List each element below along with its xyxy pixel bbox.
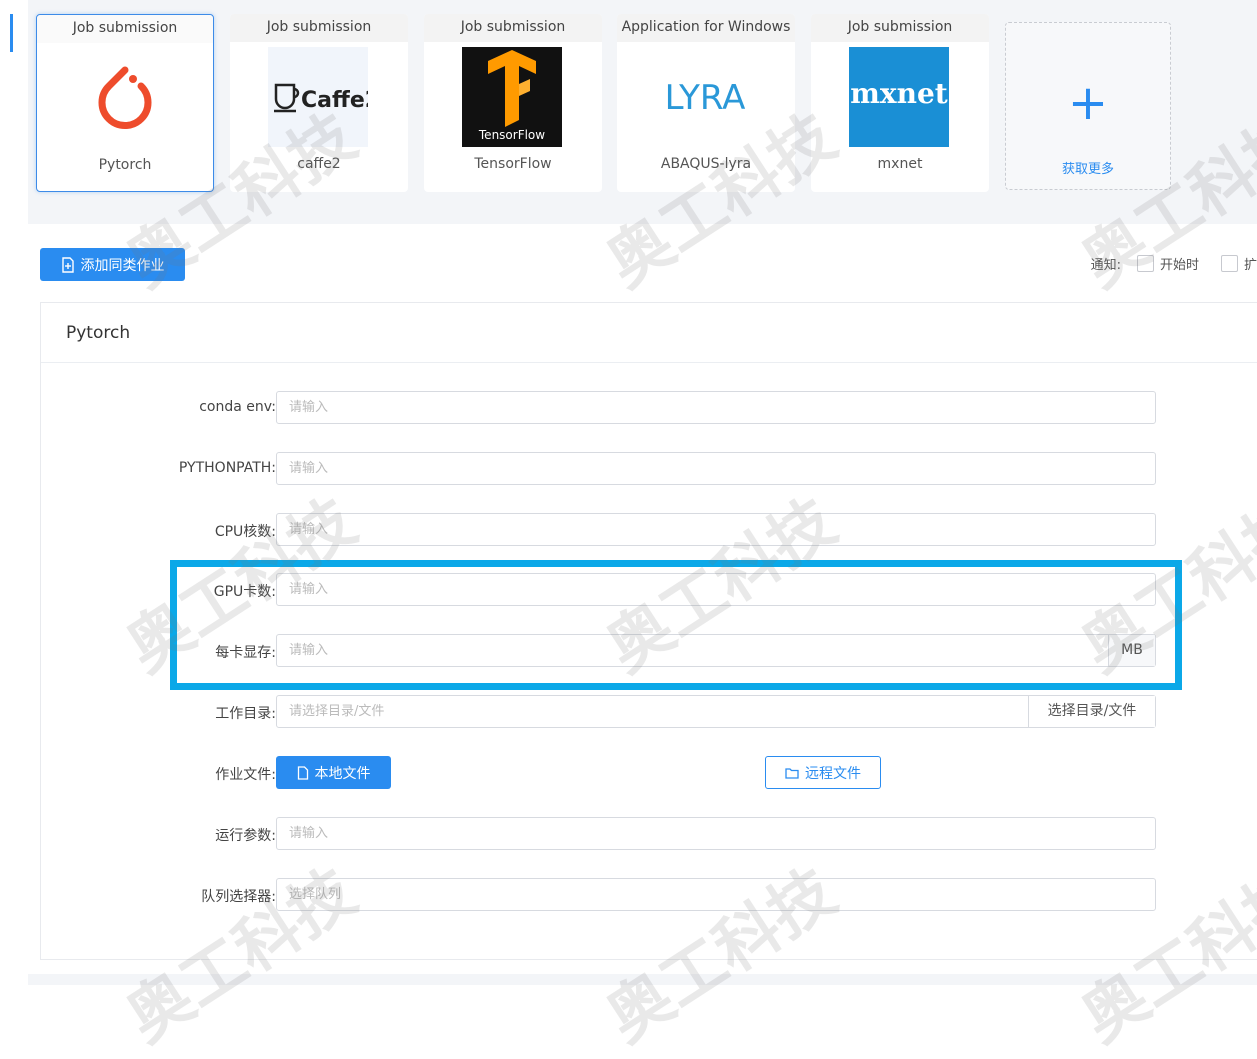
field-label: 队列选择器:	[201, 889, 276, 905]
field-label: 每卡显存:	[215, 645, 276, 661]
job-form: Pytorch conda env: 请输入 PYTHONPATH: 请输入 C…	[40, 302, 1257, 960]
local-file-label: 本地文件	[314, 765, 371, 782]
card-header: Job submission	[424, 14, 602, 42]
card-name: ABAQUS-lyra	[660, 156, 752, 172]
queue-select[interactable]: 选择队列	[276, 878, 1156, 911]
notify-start-checkbox[interactable]	[1136, 255, 1154, 272]
svg-text:Caffe2: Caffe2	[301, 88, 368, 113]
get-more-label: 获取更多	[1061, 162, 1114, 177]
card-abaqus-lyra[interactable]: Application for Windows LYRA ABAQUS-lyra	[617, 14, 795, 192]
field-label: 作业文件:	[215, 767, 276, 783]
notify-options: 通知: 开始时 扩	[1091, 254, 1257, 273]
select-dir-button[interactable]: 选择目录/文件	[1028, 696, 1155, 727]
add-similar-job-button[interactable]: 添加同类作业	[40, 248, 185, 281]
form-row-gpu-count: GPU卡数: 请输入	[41, 573, 1257, 607]
form-title: Pytorch	[66, 323, 131, 343]
notify-start-label: 开始时	[1159, 258, 1199, 273]
remote-file-label: 远程文件	[805, 765, 861, 782]
form-row-cpu-cores: CPU核数: 请输入	[41, 513, 1257, 547]
form-row-job-file: 作业文件: 本地文件 远程文件	[41, 756, 1257, 790]
gpu-memory-input[interactable]: 请输入 MB	[276, 634, 1156, 667]
card-header: Job submission	[811, 14, 989, 42]
gpu-memory-placeholder: 请输入	[289, 643, 329, 658]
caffe2-logo-icon: Caffe2	[268, 47, 380, 147]
card-header: Application for Windows	[617, 14, 795, 42]
unit-suffix: MB	[1108, 635, 1155, 666]
main-panel: 添加同类作业 通知: 开始时 扩 Pytorch conda env: 请输入 …	[28, 224, 1257, 974]
svg-text:mxnet: mxnet	[850, 77, 947, 110]
run-args-input[interactable]: 请输入	[276, 817, 1156, 850]
job-type-cards: Job submission Pytorch Job submission Ca…	[36, 14, 1236, 194]
form-row-queue: 队列选择器: 选择队列	[41, 878, 1257, 912]
field-label: GPU卡数:	[213, 584, 276, 600]
card-name: caffe2	[297, 156, 341, 172]
svg-text:TensorFlow: TensorFlow	[478, 128, 545, 142]
form-row-conda-env: conda env: 请输入	[41, 391, 1257, 425]
file-add-icon	[61, 256, 74, 273]
svg-text:LYRA: LYRA	[665, 78, 746, 118]
notify-second-label: 扩	[1243, 258, 1257, 273]
local-file-button[interactable]: 本地文件	[276, 756, 391, 789]
form-row-work-dir: 工作目录: 请选择目录/文件 选择目录/文件	[41, 695, 1257, 729]
lyra-logo-icon: LYRA	[655, 47, 755, 147]
notify-label: 通知:	[1090, 258, 1121, 273]
card-name: TensorFlow	[474, 156, 552, 172]
plus-icon: +	[1067, 75, 1109, 131]
get-more-card[interactable]: + 获取更多	[1005, 22, 1171, 190]
remote-file-button[interactable]: 远程文件	[765, 756, 881, 789]
field-label: 运行参数:	[215, 828, 276, 844]
pytorch-logo-icon	[75, 48, 175, 148]
mxnet-logo-icon: mxnet	[849, 47, 949, 147]
card-caffe2[interactable]: Job submission Caffe2 caffe2	[230, 14, 408, 192]
card-name: mxnet	[877, 156, 923, 172]
file-icon	[297, 765, 308, 780]
nav-accent-bar	[10, 14, 13, 52]
card-header: Job submission	[230, 14, 408, 42]
card-pytorch[interactable]: Job submission Pytorch	[36, 14, 214, 192]
gpu-count-input[interactable]: 请输入	[276, 573, 1156, 606]
field-label: 工作目录:	[215, 706, 276, 722]
form-row-gpu-memory: 每卡显存: 请输入 MB	[41, 634, 1257, 668]
form-row-pythonpath: PYTHONPATH: 请输入	[41, 452, 1257, 486]
card-mxnet[interactable]: Job submission mxnet mxnet	[811, 14, 989, 192]
cpu-cores-input[interactable]: 请输入	[276, 513, 1156, 546]
card-tensorflow[interactable]: Job submission TensorFlow TensorFlow	[424, 14, 602, 192]
work-dir-placeholder: 请选择目录/文件	[289, 704, 385, 719]
card-name: Pytorch	[98, 157, 152, 173]
field-label: CPU核数:	[214, 524, 276, 540]
conda-env-input[interactable]: 请输入	[276, 391, 1156, 424]
form-row-run-args: 运行参数: 请输入	[41, 817, 1257, 851]
field-label: conda env:	[199, 399, 276, 415]
divider	[41, 362, 1257, 363]
work-dir-input[interactable]: 请选择目录/文件 选择目录/文件	[276, 695, 1156, 728]
notify-second-checkbox[interactable]	[1220, 255, 1238, 272]
add-similar-job-label: 添加同类作业	[80, 257, 165, 274]
tensorflow-logo-icon: TensorFlow	[462, 47, 562, 147]
field-label: PYTHONPATH:	[178, 460, 276, 476]
folder-icon	[785, 767, 799, 779]
pythonpath-input[interactable]: 请输入	[276, 452, 1156, 485]
card-header: Job submission	[37, 15, 213, 43]
